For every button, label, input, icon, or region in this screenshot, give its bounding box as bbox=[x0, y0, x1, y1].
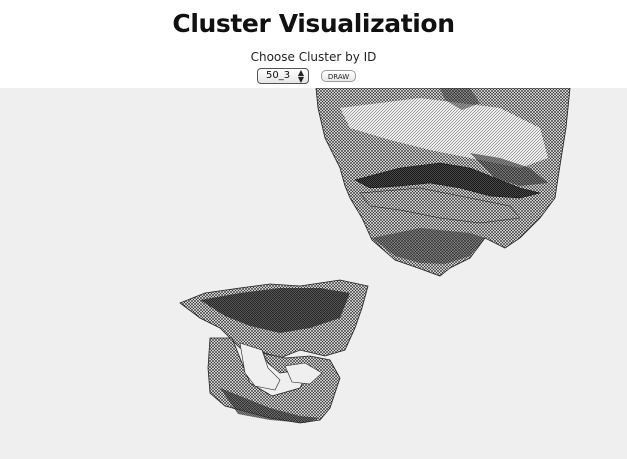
page-header: Cluster Visualization Choose Cluster by … bbox=[0, 0, 627, 88]
point-cloud-svg bbox=[179, 88, 571, 424]
cluster-id-selected-value: 50_3 bbox=[266, 70, 291, 81]
visualization-canvas[interactable] bbox=[0, 88, 627, 459]
draw-button[interactable]: DRAW bbox=[321, 70, 356, 82]
page-title: Cluster Visualization bbox=[172, 9, 455, 38]
cluster-surface-upper bbox=[315, 88, 571, 277]
cluster-surface-lower bbox=[179, 279, 369, 424]
cluster-id-select[interactable]: 50_3 ▲ ▼ bbox=[257, 68, 309, 84]
cluster-select-label: Choose Cluster by ID bbox=[250, 50, 377, 64]
select-updown-arrows-icon: ▲ ▼ bbox=[297, 68, 304, 84]
